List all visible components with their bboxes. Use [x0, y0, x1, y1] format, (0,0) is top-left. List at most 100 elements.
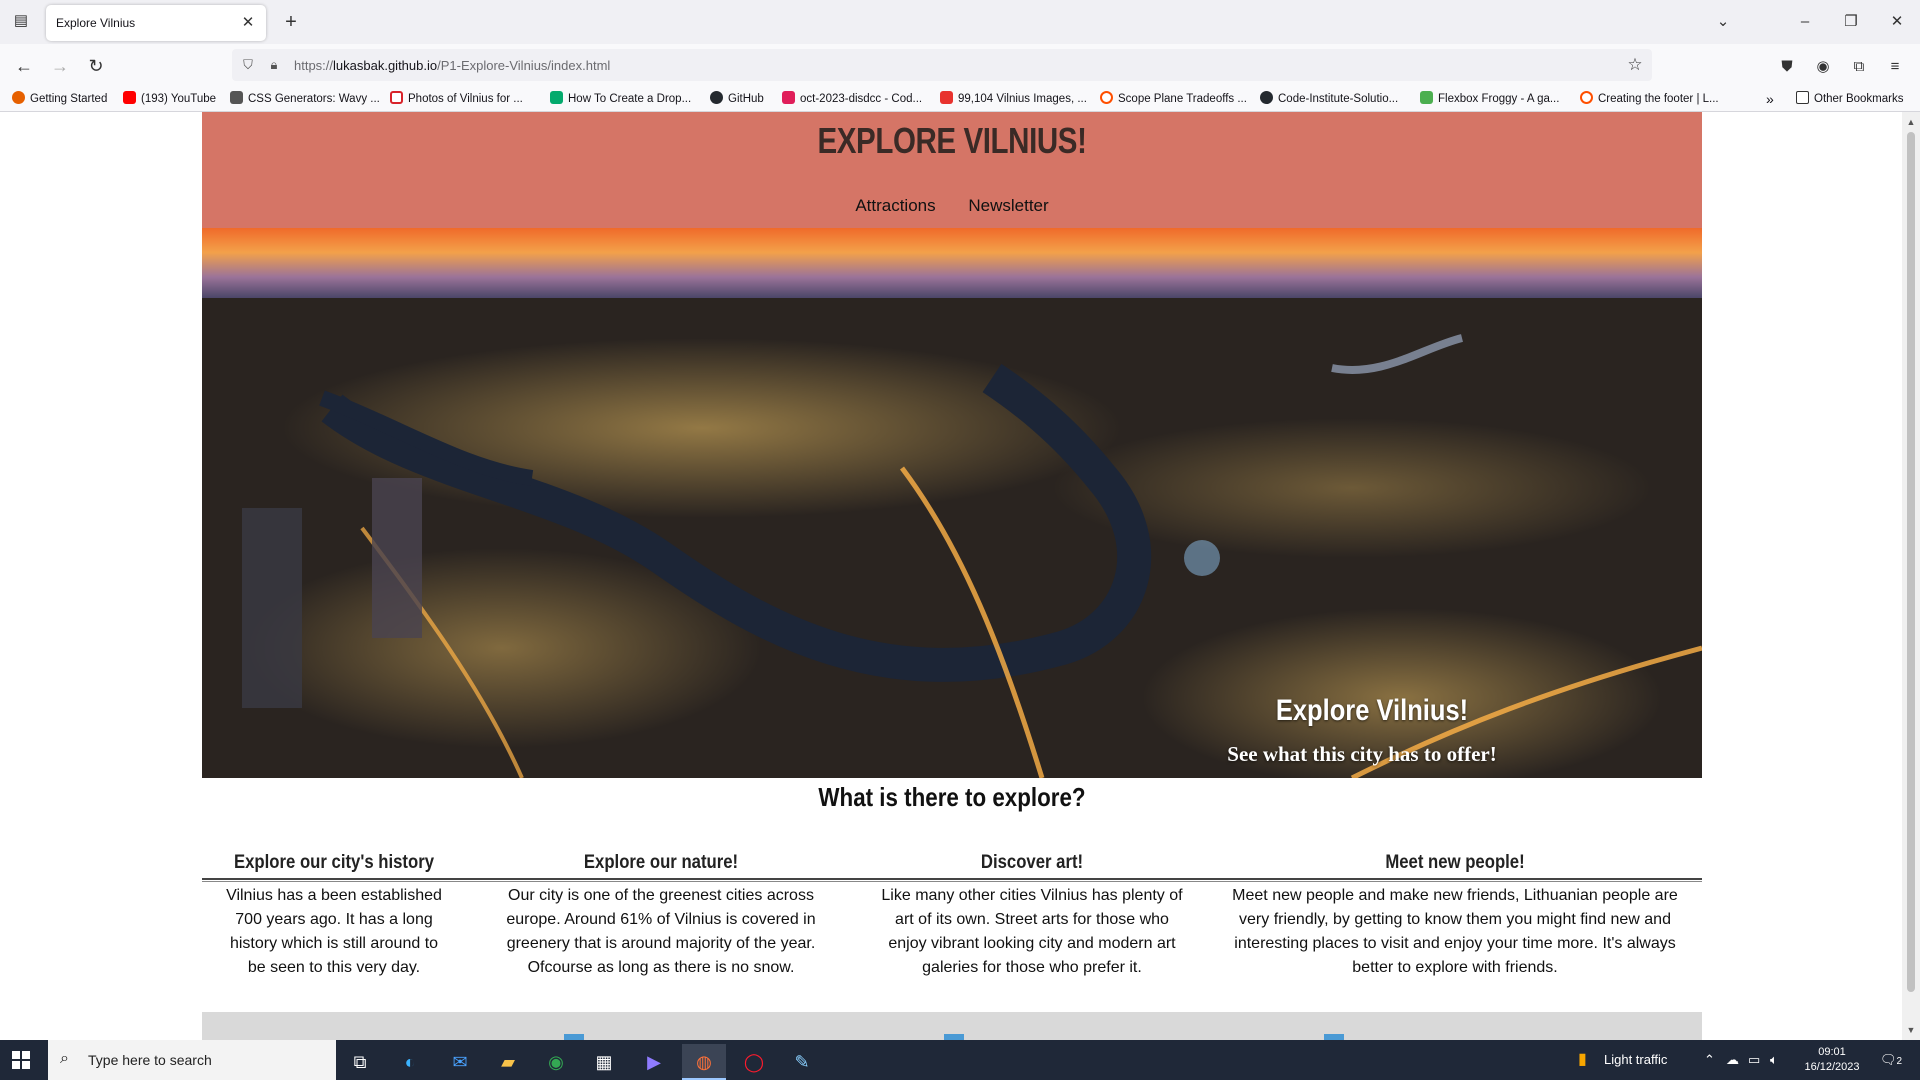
minimize-button[interactable]: – [1790, 10, 1820, 34]
account-icon[interactable]: ◉ [1812, 56, 1834, 78]
close-tab-icon[interactable]: ✕ [238, 13, 258, 33]
column-people: Meet new people! Meet new people and mak… [1208, 848, 1702, 980]
column-history: Explore our city's history Vilnius has a… [202, 848, 466, 980]
bookmark-item[interactable]: Scope Plane Tradeoffs ... [1100, 90, 1247, 108]
bookmark-item[interactable]: CSS Generators: Wavy ... [230, 90, 380, 108]
url-text[interactable]: https://lukasbak.github.io/P1-Explore-Vi… [294, 58, 610, 73]
bookmark-label: Code-Institute-Solutio... [1278, 93, 1399, 105]
close-window-button[interactable]: ✕ [1882, 10, 1912, 34]
footer-guide-icon [1580, 91, 1593, 104]
restore-button[interactable]: ❐ [1836, 10, 1866, 34]
media-player-icon[interactable]: ▶ [632, 1044, 676, 1080]
bookmark-star-icon[interactable]: ☆ [1624, 54, 1646, 76]
shield-icon[interactable]: ⛉ [238, 55, 258, 75]
mail-icon[interactable]: ✉ [438, 1044, 482, 1080]
weather-text[interactable]: Light traffic [1604, 1040, 1667, 1080]
task-view-icon[interactable]: ⧉ [338, 1044, 382, 1080]
bookmark-item[interactable]: 99,104 Vilnius Images, ... [940, 90, 1087, 108]
paint-icon[interactable]: ✎ [780, 1044, 824, 1080]
tab-explore-vilnius[interactable]: Explore Vilnius ✕ [46, 5, 266, 41]
more-bookmarks-chevron-icon[interactable]: » [1766, 90, 1774, 108]
extensions-icon[interactable]: ⧉ [1848, 56, 1870, 78]
onedrive-icon[interactable]: ☁ [1726, 1040, 1739, 1080]
forward-button[interactable]: → [46, 53, 74, 79]
navigation-toolbar: ← → ↻ ⛉ 🔒︎ https://lukasbak.github.io/P1… [0, 44, 1920, 86]
scroll-down-icon[interactable]: ▼ [1905, 1024, 1917, 1036]
notifications-icon[interactable]: 🗨︎2 [1880, 1040, 1902, 1080]
address-bar[interactable]: ⛉ 🔒︎ https://lukasbak.github.io/P1-Explo… [232, 49, 1652, 81]
column-title: Discover art! [980, 852, 1084, 873]
bookmark-item[interactable]: Code-Institute-Solutio... [1260, 90, 1398, 108]
hero-caption-title: Explore Vilnius! [1275, 694, 1469, 727]
column-text: Vilnius has a been established 700 years… [226, 887, 442, 976]
column-text: Our city is one of the greenest cities a… [506, 887, 816, 976]
search-icon: ⌕ [60, 1050, 69, 1067]
url-domain: lukasbak.github.io [333, 58, 438, 73]
bookmarks-toolbar: Getting Started (193) YouTube CSS Genera… [0, 86, 1920, 112]
column-title: Explore our nature! [583, 852, 739, 873]
site-container: EXPLORE VILNIUS! Attractions Newsletter [202, 112, 1702, 1040]
site-nav: Attractions Newsletter [202, 196, 1702, 216]
bookmark-item[interactable]: Flexbox Froggy - A ga... [1420, 90, 1559, 108]
pocket-icon[interactable]: ⛊ [1776, 56, 1798, 78]
taskbar-search-box[interactable]: ⌕ Type here to search [48, 1040, 336, 1080]
other-bookmarks[interactable]: Other Bookmarks [1796, 90, 1903, 108]
volume-icon[interactable]: 🔈︎ [1770, 1040, 1778, 1080]
bookmark-label: Scope Plane Tradeoffs ... [1118, 93, 1247, 105]
other-bookmarks-label: Other Bookmarks [1814, 93, 1904, 105]
hero-image: Explore Vilnius! See what this city has … [202, 228, 1702, 778]
column-art: Discover art! Like many other cities Vil… [856, 848, 1208, 980]
bookmark-item[interactable]: How To Create a Drop... [550, 90, 691, 108]
github-icon [1260, 91, 1273, 104]
bookmark-label: Getting Started [30, 93, 108, 105]
github-icon [710, 91, 723, 104]
chrome-icon[interactable]: ◉ [534, 1044, 578, 1080]
tab-title: Explore Vilnius [56, 16, 136, 30]
bookmark-item[interactable]: GitHub [710, 90, 764, 108]
bookmark-item[interactable]: oct-2023-disdcc - Cod... [782, 90, 922, 108]
footer [202, 1012, 1702, 1040]
hero-caption-subtitle: See what this city has to offer! [1227, 742, 1497, 766]
new-tab-button[interactable]: + [280, 11, 302, 33]
back-button[interactable]: ← [10, 53, 38, 79]
scope-icon [1100, 91, 1113, 104]
menu-icon[interactable]: ≡ [1884, 56, 1906, 78]
bookmark-label: (193) YouTube [141, 93, 217, 105]
column-title: Meet new people! [1385, 852, 1525, 873]
scrollbar-thumb[interactable] [1907, 132, 1915, 992]
opera-icon[interactable]: ◯ [732, 1044, 776, 1080]
chevron-down-icon[interactable]: ⌄ [1708, 10, 1738, 34]
bookmark-item[interactable]: Creating the footer | L... [1580, 90, 1719, 108]
page-viewport: EXPLORE VILNIUS! Attractions Newsletter [0, 112, 1902, 1040]
windows-start-icon[interactable] [12, 1051, 30, 1069]
column-nature: Explore our nature! Our city is one of t… [466, 848, 856, 980]
vertical-scrollbar[interactable]: ▲ ▼ [1902, 112, 1920, 1040]
column-title: Explore our city's history [233, 852, 435, 873]
file-explorer-icon[interactable]: ▰ [486, 1044, 530, 1080]
nav-link-newsletter[interactable]: Newsletter [968, 196, 1048, 215]
lock-icon[interactable]: 🔒︎ [264, 55, 284, 75]
reload-button[interactable]: ↻ [82, 53, 110, 79]
clock-date: 16/12/2023 [1804, 1061, 1860, 1073]
network-icon[interactable]: ▭ [1748, 1040, 1760, 1080]
bookmark-label: oct-2023-disdcc - Cod... [800, 93, 923, 105]
bookmark-label: Creating the footer | L... [1598, 93, 1719, 105]
youtube-icon [123, 91, 136, 104]
taskbar: ⌕ Type here to search ⧉ ◐ ✉ ▰ ◉ ▦ ▶ ◍ ◯ … [0, 1040, 1920, 1080]
explore-heading: What is there to explore? [818, 782, 1086, 812]
clock[interactable]: 09:01 16/12/2023 [1798, 1045, 1866, 1075]
store-icon[interactable]: ▦ [582, 1044, 626, 1080]
edge-icon[interactable]: ◐ [388, 1044, 432, 1080]
column-text: Like many other cities Vilnius has plent… [881, 887, 1183, 976]
bookmark-item[interactable]: Photos of Vilnius for ... [390, 90, 523, 108]
nav-link-attractions[interactable]: Attractions [855, 196, 935, 215]
bookmark-item[interactable]: Getting Started [12, 90, 107, 108]
bookmark-item[interactable]: (193) YouTube [123, 90, 216, 108]
list-all-tabs-icon[interactable]: ▤ [10, 10, 32, 32]
bookmark-label: CSS Generators: Wavy ... [248, 93, 380, 105]
site-header: EXPLORE VILNIUS! Attractions Newsletter [202, 112, 1702, 228]
traffic-icon[interactable]: ▮ [1578, 1040, 1587, 1080]
show-hidden-icons-chevron-icon[interactable]: ⌃ [1704, 1040, 1715, 1080]
firefox-icon[interactable]: ◍ [682, 1044, 726, 1080]
scroll-up-icon[interactable]: ▲ [1905, 116, 1917, 128]
